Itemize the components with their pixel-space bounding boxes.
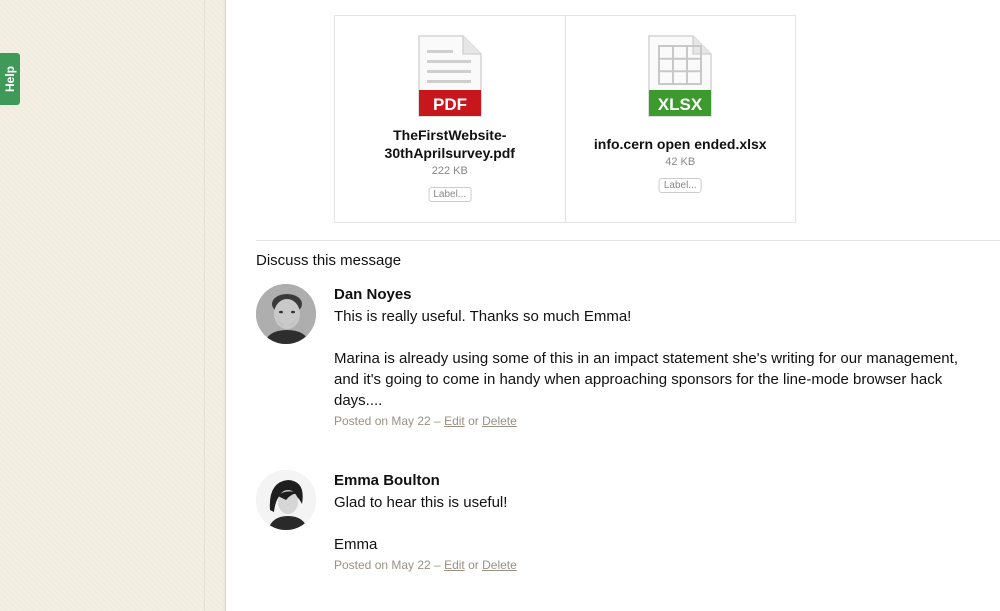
comment-body: Emma Boulton Glad to hear this is useful… xyxy=(334,470,974,575)
label-button[interactable]: Label... xyxy=(428,187,472,202)
attachments: PDF TheFirstWebsite-30thAprilsurvey.pdf … xyxy=(334,15,796,223)
comment-paragraph: Emma xyxy=(334,536,378,553)
message-panel: PDF TheFirstWebsite-30thAprilsurvey.pdf … xyxy=(225,0,1000,611)
or-text: or xyxy=(464,558,483,572)
attachment-size: 222 KB xyxy=(431,165,468,177)
or-text: or xyxy=(464,414,483,428)
edit-link[interactable]: Edit xyxy=(444,558,465,572)
posted-date: Posted on May 22 – xyxy=(334,558,445,572)
help-tab-label: Help xyxy=(3,65,18,93)
avatar-dan-noyes-icon xyxy=(256,284,316,344)
posted-date: Posted on May 22 – xyxy=(334,414,445,428)
xlsx-file-icon: XLSX xyxy=(648,35,712,117)
delete-link[interactable]: Delete xyxy=(482,558,517,572)
comment-meta: Posted on May 22 – Edit or Delete xyxy=(334,411,974,431)
comment-body: Dan Noyes This is really useful. Thanks … xyxy=(334,284,974,431)
discussion-heading: Discuss this message xyxy=(256,252,402,269)
attachment-pdf[interactable]: PDF TheFirstWebsite-30thAprilsurvey.pdf … xyxy=(335,16,565,222)
page-border xyxy=(204,0,205,611)
comment-author[interactable]: Dan Noyes xyxy=(334,284,974,306)
comment-paragraph: Marina is already using some of this in … xyxy=(334,350,958,409)
edit-link[interactable]: Edit xyxy=(444,414,465,428)
help-tab[interactable]: Help xyxy=(0,53,20,105)
comment-meta: Posted on May 22 – Edit or Delete xyxy=(334,555,974,575)
pdf-file-icon: PDF xyxy=(418,35,482,117)
divider xyxy=(256,240,1000,241)
attachment-name[interactable]: info.cern open ended.xlsx xyxy=(566,135,796,153)
xlsx-type-label: XLSX xyxy=(658,95,703,114)
avatar xyxy=(256,284,316,344)
avatar xyxy=(256,470,316,530)
attachment-size: 42 KB xyxy=(665,156,696,168)
label-button[interactable]: Label... xyxy=(658,178,702,193)
comment-paragraph: This is really useful. Thanks so much Em… xyxy=(334,308,632,325)
delete-link[interactable]: Delete xyxy=(482,414,517,428)
attachment-name[interactable]: TheFirstWebsite-30thAprilsurvey.pdf xyxy=(335,126,565,162)
pdf-type-label: PDF xyxy=(433,95,467,114)
comment-author[interactable]: Emma Boulton xyxy=(334,470,974,492)
avatar-emma-boulton-icon xyxy=(256,470,316,530)
attachment-xlsx[interactable]: XLSX info.cern open ended.xlsx 42 KB Lab… xyxy=(564,16,796,222)
comment-paragraph: Glad to hear this is useful! xyxy=(334,494,508,511)
